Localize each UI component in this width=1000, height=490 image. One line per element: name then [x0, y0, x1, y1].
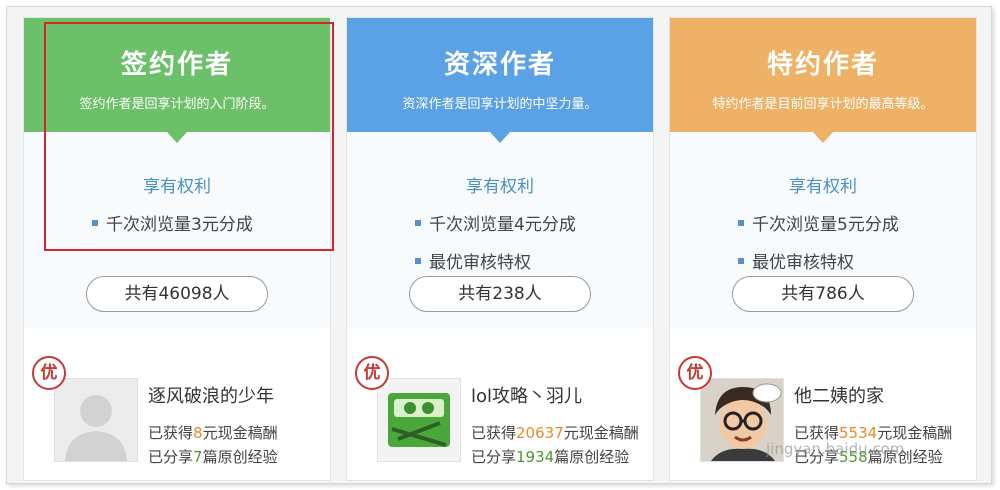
user-name[interactable]: 逐风破浪的少年: [148, 382, 274, 408]
featured-user: 优 lol攻略丶羽儿 已获得20637元现金稿酬 已分享1934篇原创经验: [347, 338, 653, 480]
game-avatar-icon: [378, 379, 460, 461]
benefit-label: 千次浏览量4元分成: [429, 215, 576, 235]
avatar[interactable]: [377, 378, 461, 462]
tier-card-special: 特约作者 特约作者是目前回享计划的最高等级。 享有权利 千次浏览量5元分成 最优…: [669, 17, 977, 481]
rights-title: 享有权利: [466, 177, 534, 197]
tier-header: 资深作者 资深作者是回享计划的中坚力量。: [347, 18, 653, 132]
earnings-value: 20637: [516, 424, 564, 442]
watermark-text: jingyan.baidu.com: [766, 440, 905, 458]
benefit-label: 千次浏览量5元分成: [752, 215, 899, 235]
user-name[interactable]: lol攻略丶羽儿: [471, 382, 582, 408]
bullet-icon: [415, 258, 421, 264]
benefit-label: 最优审核特权: [752, 253, 854, 273]
pointer-arrow-icon: [813, 132, 833, 143]
stat-label: 篇原创经验: [202, 448, 278, 466]
stat-label: 元现金稿酬: [202, 424, 278, 442]
tier-card-senior: 资深作者 资深作者是回享计划的中坚力量。 享有权利 千次浏览量4元分成 最优审核…: [346, 17, 654, 481]
featured-user: 优 他二姨的家 已获得5534元现金稿酬 已分享558篇原创经验: [670, 338, 976, 480]
tier-description: 资深作者是回享计划的中坚力量。: [402, 97, 598, 112]
tier-header: 特约作者 特约作者是目前回享计划的最高等级。: [670, 18, 976, 132]
shares-value: 7: [193, 448, 203, 466]
excellent-badge-icon: 优: [32, 356, 66, 390]
benefit-item: 最优审核特权: [738, 248, 854, 273]
highlight-annotation-box: [44, 22, 334, 251]
featured-user: 优 逐风破浪的少年 已获得8元现金稿酬 已分享7篇原创经验: [24, 338, 330, 480]
tier-title: 资深作者: [443, 50, 556, 80]
earnings-stat: 已获得8元现金稿酬: [148, 422, 278, 443]
stat-label: 已分享: [148, 448, 194, 466]
bullet-icon: [415, 220, 421, 226]
pointer-arrow-icon: [490, 132, 510, 143]
member-count-button[interactable]: 共有46098人: [86, 276, 268, 312]
excellent-badge-icon: 优: [355, 356, 389, 390]
member-count-button[interactable]: 共有786人: [732, 276, 914, 312]
avatar[interactable]: [54, 378, 138, 462]
default-avatar-icon: [55, 379, 137, 461]
excellent-badge-icon: 优: [678, 356, 712, 390]
benefit-item: 最优审核特权: [415, 248, 531, 273]
earnings-stat: 已获得20637元现金稿酬: [471, 422, 639, 443]
benefit-label: 最优审核特权: [429, 253, 531, 273]
shares-stat: 已分享7篇原创经验: [148, 446, 278, 467]
bullet-icon: [738, 220, 744, 226]
bullet-icon: [738, 258, 744, 264]
member-count-button[interactable]: 共有238人: [409, 276, 591, 312]
screenshot-frame: 签约作者 签约作者是回享计划的入门阶段。 享有权利 千次浏览量3元分成 共有46…: [6, 6, 992, 484]
stat-label: 元现金稿酬: [563, 424, 639, 442]
stat-label: 已分享: [471, 448, 517, 466]
benefit-item: 千次浏览量4元分成: [415, 210, 576, 235]
benefit-item: 千次浏览量5元分成: [738, 210, 899, 235]
user-name[interactable]: 他二姨的家: [794, 382, 884, 408]
shares-value: 1934: [516, 448, 555, 466]
rights-title: 享有权利: [789, 177, 857, 197]
tier-title: 特约作者: [766, 50, 879, 80]
shares-stat: 已分享1934篇原创经验: [471, 446, 629, 467]
stat-label: 篇原创经验: [554, 448, 630, 466]
stat-label: 已获得: [148, 424, 194, 442]
stat-label: 已获得: [471, 424, 517, 442]
earnings-value: 8: [193, 424, 203, 442]
tier-description: 特约作者是目前回享计划的最高等级。: [712, 97, 934, 112]
